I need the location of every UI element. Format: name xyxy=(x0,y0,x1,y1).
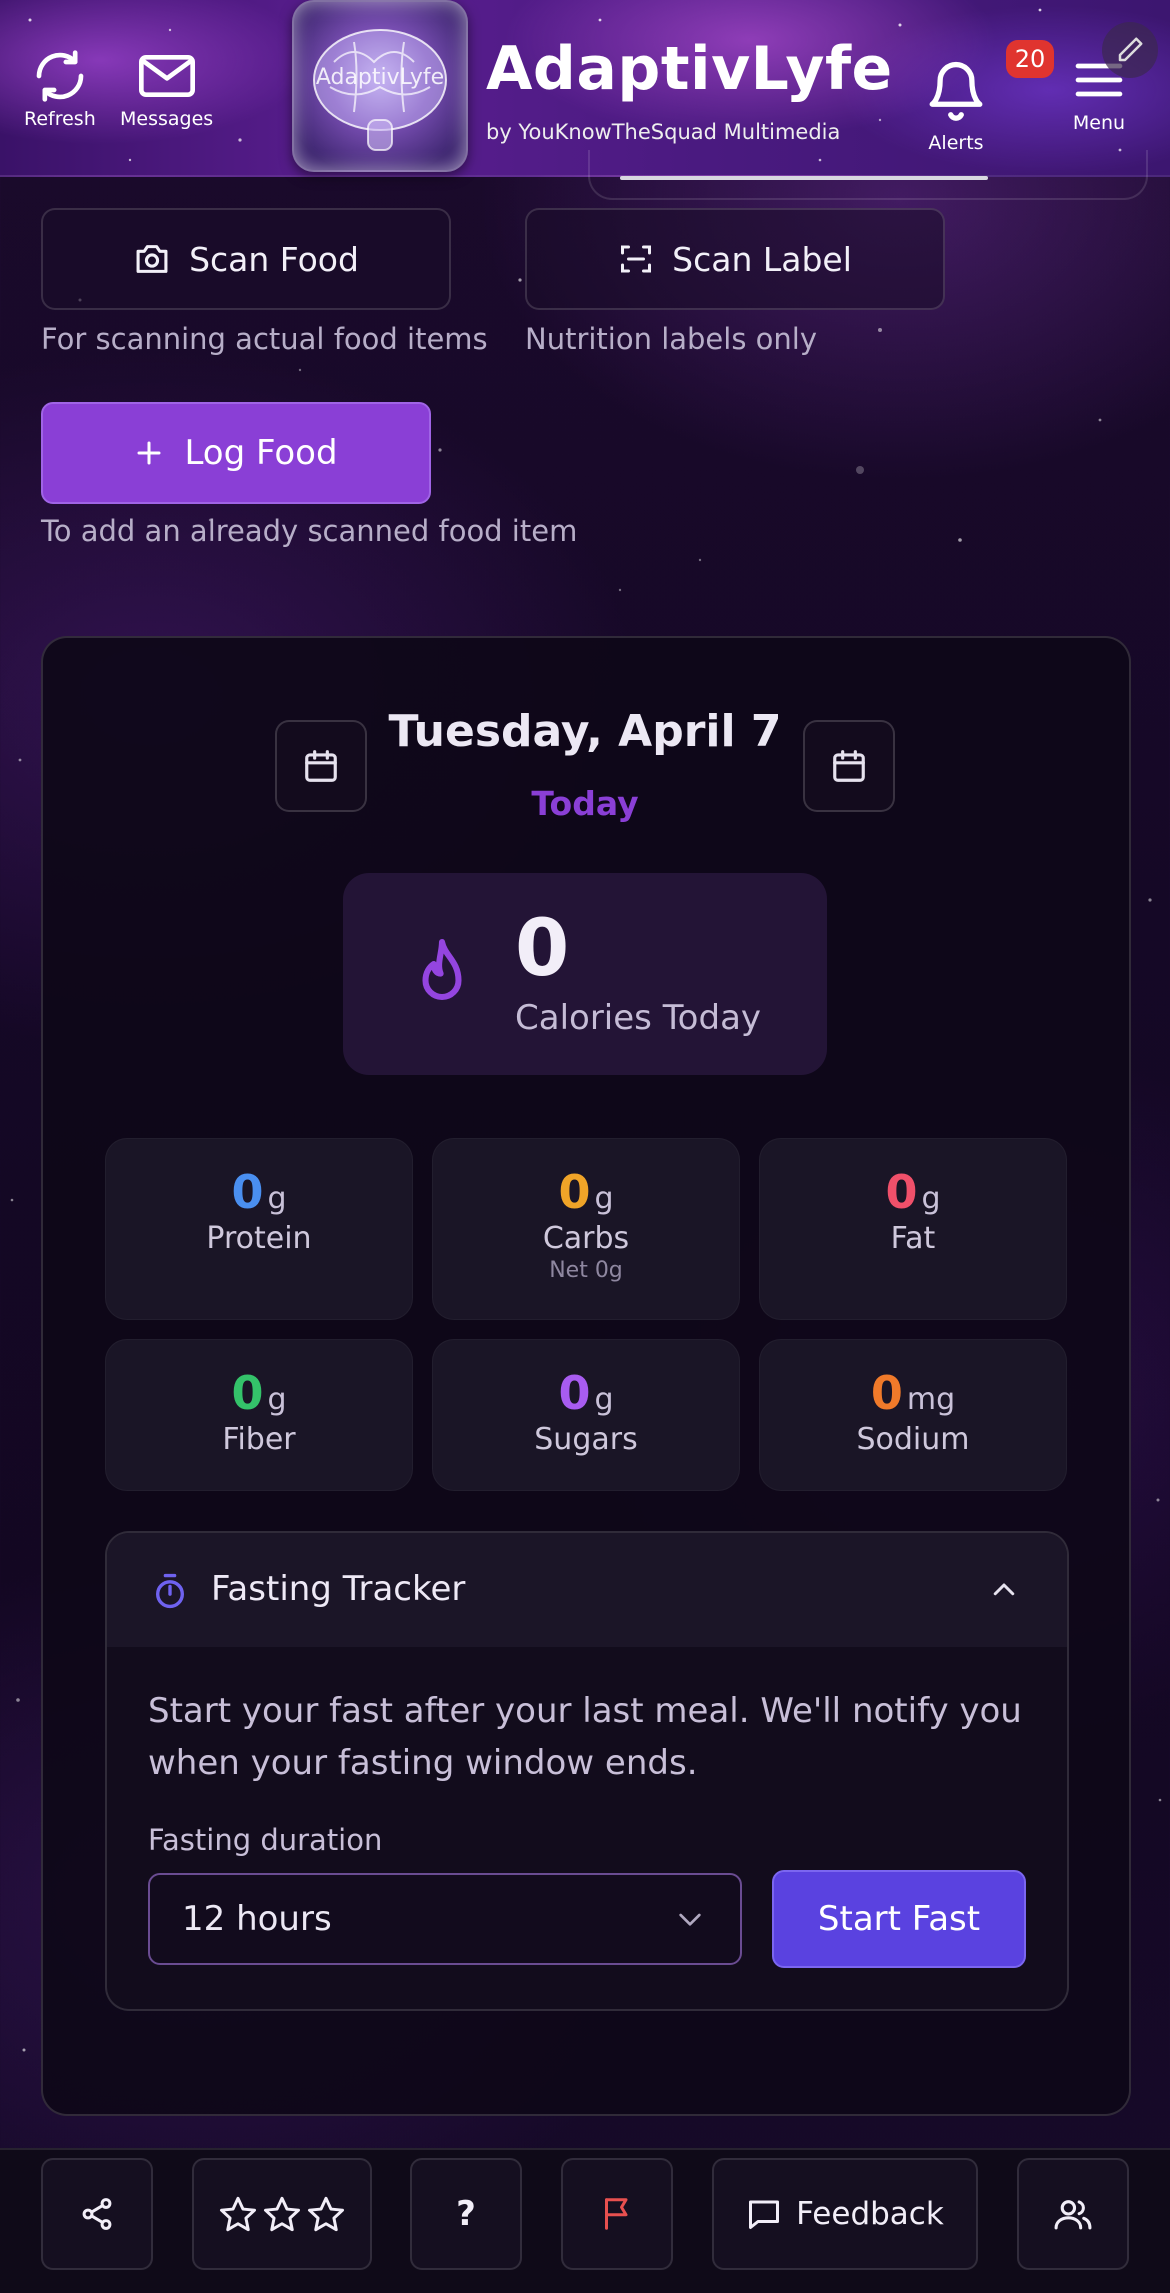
alerts-count-badge: 20 xyxy=(1006,40,1054,78)
fasting-tracker-header[interactable]: Fasting Tracker xyxy=(107,1533,1067,1647)
messages-label: Messages xyxy=(120,108,214,130)
fat-label: Fat xyxy=(890,1221,936,1256)
report-button[interactable] xyxy=(561,2158,673,2270)
stopwatch-icon xyxy=(156,1573,184,1609)
star-icon xyxy=(307,2196,345,2232)
chat-bubble-icon xyxy=(749,2200,780,2229)
fasting-tracker-title: Fasting Tracker xyxy=(211,1569,466,1609)
menu-label: Menu xyxy=(1072,112,1126,134)
scrolled-panel-bar xyxy=(620,176,988,180)
rating-button[interactable] xyxy=(192,2158,372,2270)
carbs-value: 0 xyxy=(558,1165,591,1219)
sodium-unit: mg xyxy=(906,1382,956,1417)
plus-icon xyxy=(137,441,161,465)
sodium-tile: 0 mg Sodium xyxy=(759,1339,1067,1491)
feedback-button[interactable]: Feedback xyxy=(712,2158,978,2270)
fat-unit: g xyxy=(921,1181,941,1216)
bell-icon xyxy=(929,61,983,121)
edit-button[interactable] xyxy=(1102,22,1158,78)
fasting-duration-select[interactable]: 12 hours xyxy=(148,1873,742,1965)
fat-value: 0 xyxy=(885,1165,918,1219)
sugars-value: 0 xyxy=(558,1366,591,1420)
app-logo: AdaptivLyfe xyxy=(292,0,468,172)
flame-icon xyxy=(422,938,462,1001)
calendar-icon xyxy=(833,750,865,782)
fat-tile: 0g Fat xyxy=(759,1138,1067,1320)
fiber-value: 0 xyxy=(231,1366,264,1420)
carbs-tile: 0g Carbs Net 0g xyxy=(432,1138,740,1320)
carbs-unit: g xyxy=(594,1181,614,1216)
share-icon xyxy=(82,2198,112,2230)
star-icon xyxy=(263,2196,301,2232)
envelope-icon xyxy=(138,55,195,97)
chevron-down-icon xyxy=(679,1913,701,1926)
app-title: AdaptivLyfe xyxy=(486,34,893,104)
refresh-icon xyxy=(36,50,84,102)
log-food-button[interactable]: Log Food xyxy=(41,402,431,504)
sodium-value: 0 xyxy=(870,1366,903,1420)
scan-label-hint: Nutrition labels only xyxy=(525,322,817,356)
scan-food-hint: For scanning actual food items xyxy=(41,322,488,356)
protein-label: Protein xyxy=(206,1221,312,1256)
app-subtitle: by YouKnowTheSquad Multimedia xyxy=(486,120,841,144)
selected-date: Tuesday, April 7 xyxy=(388,706,782,757)
refresh-button[interactable]: Refresh xyxy=(24,48,96,130)
fiber-unit: g xyxy=(267,1382,287,1417)
protein-tile: 0g Protein xyxy=(105,1138,413,1320)
sodium-label: Sodium xyxy=(856,1422,970,1457)
camera-icon xyxy=(136,245,168,273)
carbs-label: Carbs xyxy=(542,1221,630,1256)
scan-frame-icon xyxy=(621,245,652,273)
share-button[interactable] xyxy=(41,2158,153,2270)
sugars-unit: g xyxy=(594,1382,614,1417)
fiber-tile: 0g Fiber xyxy=(105,1339,413,1491)
messages-button[interactable]: Messages xyxy=(120,48,213,130)
fiber-label: Fiber xyxy=(222,1422,296,1457)
feedback-label: Feedback xyxy=(796,2196,944,2232)
protein-value: 0 xyxy=(231,1165,264,1219)
start-fast-button[interactable]: Start Fast xyxy=(772,1870,1026,1968)
protein-unit: g xyxy=(267,1181,287,1216)
community-button[interactable] xyxy=(1017,2158,1129,2270)
brain-logo-icon: AdaptivLyfe xyxy=(313,29,447,151)
log-food-label: Log Food xyxy=(184,433,338,473)
calories-value: 0 xyxy=(515,904,570,994)
log-food-hint: To add an already scanned food item xyxy=(41,514,578,548)
scan-food-button[interactable]: Scan Food xyxy=(41,208,451,310)
fasting-duration-value: 12 hours xyxy=(182,1899,332,1939)
fasting-description: Start your fast after your last meal. We… xyxy=(148,1691,1022,1783)
fasting-tracker-panel: Fasting Tracker Start your fast after yo… xyxy=(105,1531,1069,2011)
net-carbs-label: Net 0g xyxy=(549,1258,623,1283)
alerts-button[interactable]: Alerts xyxy=(924,54,988,154)
relative-day-label: Today xyxy=(531,784,639,823)
svg-text:AdaptivLyfe: AdaptivLyfe xyxy=(316,65,444,90)
sugars-label: Sugars xyxy=(534,1422,638,1457)
scan-label-button[interactable]: Scan Label xyxy=(525,208,945,310)
next-day-button[interactable] xyxy=(803,720,895,812)
scan-label-label: Scan Label xyxy=(672,239,852,279)
calories-summary xyxy=(343,873,827,1075)
scan-food-label: Scan Food xyxy=(189,239,359,279)
fasting-duration-label: Fasting duration xyxy=(148,1823,383,1857)
sugars-tile: 0g Sugars xyxy=(432,1339,740,1491)
pencil-icon xyxy=(1118,37,1143,62)
chevron-up-icon[interactable] xyxy=(989,1575,1019,1605)
flag-icon xyxy=(605,2198,628,2230)
calories-label: Calories Today xyxy=(515,998,762,1038)
scrolled-panel-edge xyxy=(588,150,1148,200)
help-button[interactable]: ? xyxy=(410,2158,522,2270)
users-icon xyxy=(1054,2200,1092,2230)
refresh-label: Refresh xyxy=(24,108,96,130)
star-icon xyxy=(219,2196,257,2232)
